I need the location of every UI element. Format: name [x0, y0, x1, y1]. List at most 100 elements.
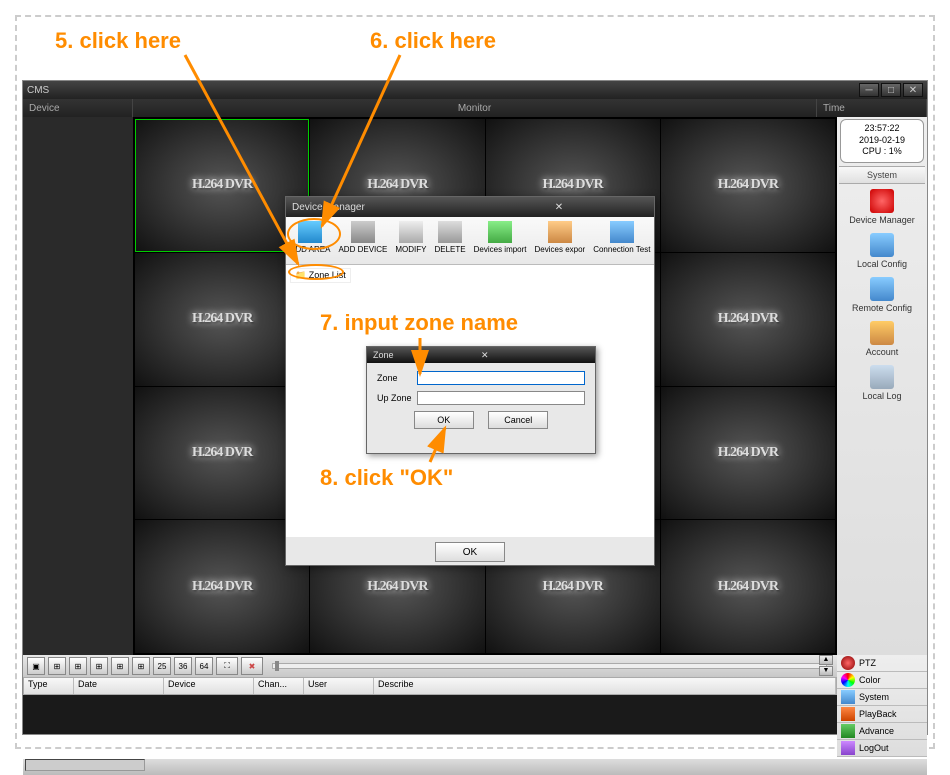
dlg-title-text: Device Manager	[292, 202, 470, 213]
video-cell[interactable]: H.264 DVR	[135, 119, 309, 252]
video-cell[interactable]: H.264 DVR	[661, 253, 835, 386]
dlg-footer: OK	[286, 537, 654, 567]
log-col-device[interactable]: Device	[164, 678, 254, 694]
sys-local-log[interactable]: Local Log	[842, 363, 922, 407]
dlg-titlebar: Device Manager ✕	[286, 197, 654, 217]
log-col-type[interactable]: Type	[24, 678, 74, 694]
log-col-channel[interactable]: Chan...	[254, 678, 304, 694]
window-maximize[interactable]: □	[881, 83, 901, 97]
grid-toolbar: ▣ ⊞ ⊞ ⊞ ⊞ ⊞ 25 36 64 ⛶ ✖	[23, 655, 837, 677]
header-row: Device Monitor Time	[23, 99, 927, 117]
scroll-up[interactable]: ▲	[819, 655, 833, 665]
scroll-down[interactable]: ▼	[819, 666, 833, 676]
app-title: CMS	[27, 85, 857, 96]
log-table: Type Date Device Chan... User Describe	[23, 677, 837, 695]
upzone-label: Up Zone	[377, 393, 417, 403]
video-cell[interactable]: H.264 DVR	[661, 387, 835, 520]
header-device: Device	[23, 99, 133, 117]
grid-8[interactable]: ⊞	[90, 657, 108, 675]
dlg-ok-button[interactable]: OK	[435, 542, 505, 562]
log-header: Type Date Device Chan... User Describe	[24, 678, 836, 694]
titlebar: CMS ─ □ ✕	[23, 81, 927, 99]
video-cell[interactable]: H.264 DVR	[135, 253, 309, 386]
btn-playback[interactable]: PlayBack	[837, 706, 927, 723]
playback-icon	[841, 707, 855, 721]
sys-local-config[interactable]: Local Config	[842, 231, 922, 275]
zone-title-text: Zone	[373, 350, 481, 360]
window-close[interactable]: ✕	[903, 83, 923, 97]
header-monitor: Monitor	[133, 99, 817, 117]
account-icon	[870, 321, 894, 345]
clock-date: 2019-02-19	[841, 135, 923, 147]
add-area-icon	[298, 221, 322, 243]
system-header: System	[839, 166, 925, 184]
grid-36[interactable]: 36	[174, 657, 192, 675]
btn-modify[interactable]: MODIFY	[391, 219, 430, 262]
sys-device-manager[interactable]: Device Manager	[842, 187, 922, 231]
btn-logout[interactable]: LogOut	[837, 740, 927, 757]
modify-icon	[399, 221, 423, 243]
conn-test-icon	[610, 221, 634, 243]
dlg-close[interactable]: ✕	[470, 202, 648, 213]
grid-6[interactable]: ⊞	[69, 657, 87, 675]
zone-ok-button[interactable]: OK	[414, 411, 474, 429]
zone-body: Zone Up Zone OK Cancel	[367, 363, 595, 437]
import-icon	[488, 221, 512, 243]
logout-icon	[841, 741, 855, 755]
video-cell[interactable]: H.264 DVR	[661, 520, 835, 653]
btn-system[interactable]: System	[837, 689, 927, 706]
disconnect-btn[interactable]: ✖	[241, 657, 263, 675]
btn-connection-test[interactable]: Connection Test	[589, 219, 654, 262]
btn-delete[interactable]: DELETE	[430, 219, 469, 262]
device-manager-dialog: Device Manager ✕ ADD AREA ADD DEVICE MOD…	[285, 196, 655, 566]
sys-account[interactable]: Account	[842, 319, 922, 363]
window-minimize[interactable]: ─	[859, 83, 879, 97]
video-cell[interactable]: H.264 DVR	[135, 520, 309, 653]
grid-64[interactable]: 64	[195, 657, 213, 675]
upzone-input[interactable]	[417, 391, 585, 405]
btn-advance[interactable]: Advance	[837, 723, 927, 740]
clock-cpu: CPU : 1%	[841, 146, 923, 158]
right-panel: 23:57:22 2019-02-19 CPU : 1% System Devi…	[837, 117, 927, 655]
add-device-icon	[351, 221, 375, 243]
btn-add-area[interactable]: ADD AREA	[286, 219, 334, 262]
dlg-body: 📁 Zone List Zone ✕ Zone Up Zone OK Cance…	[286, 265, 654, 537]
sys-remote-config[interactable]: Remote Config	[842, 275, 922, 319]
device-manager-icon	[870, 189, 894, 213]
ptz-icon	[841, 656, 855, 670]
right-button-panel: PTZ Color System PlayBack Advance LogOut	[837, 655, 927, 757]
zone-list-root[interactable]: 📁 Zone List	[290, 268, 351, 283]
btn-color[interactable]: Color	[837, 672, 927, 689]
system-icon	[841, 690, 855, 704]
device-tree-panel[interactable]	[23, 117, 133, 655]
btn-ptz[interactable]: PTZ	[837, 655, 927, 672]
volume-slider[interactable]	[272, 663, 827, 669]
log-col-describe[interactable]: Describe	[374, 678, 836, 694]
video-cell[interactable]: H.264 DVR	[661, 119, 835, 252]
delete-icon	[438, 221, 462, 243]
zone-input[interactable]	[417, 371, 585, 385]
clock-time: 23:57:22	[841, 123, 923, 135]
grid-16[interactable]: ⊞	[132, 657, 150, 675]
fullscreen-btn[interactable]: ⛶	[216, 657, 238, 675]
scroll-buttons: ▲ ▼	[819, 655, 835, 677]
btn-devices-export[interactable]: Devices expor	[531, 219, 590, 262]
zone-close[interactable]: ✕	[481, 350, 589, 361]
grid-1[interactable]: ▣	[27, 657, 45, 675]
btn-devices-import[interactable]: Devices import	[470, 219, 531, 262]
grid-4[interactable]: ⊞	[48, 657, 66, 675]
color-icon	[841, 673, 855, 687]
log-col-date[interactable]: Date	[74, 678, 164, 694]
local-config-icon	[870, 233, 894, 257]
video-cell[interactable]: H.264 DVR	[135, 387, 309, 520]
zone-titlebar: Zone ✕	[367, 347, 595, 363]
log-col-user[interactable]: User	[304, 678, 374, 694]
grid-25[interactable]: 25	[153, 657, 171, 675]
export-icon	[548, 221, 572, 243]
grid-9[interactable]: ⊞	[111, 657, 129, 675]
status-bar	[23, 759, 927, 775]
btn-add-device[interactable]: ADD DEVICE	[334, 219, 391, 262]
remote-config-icon	[870, 277, 894, 301]
zone-label: Zone	[377, 373, 417, 383]
zone-cancel-button[interactable]: Cancel	[488, 411, 548, 429]
